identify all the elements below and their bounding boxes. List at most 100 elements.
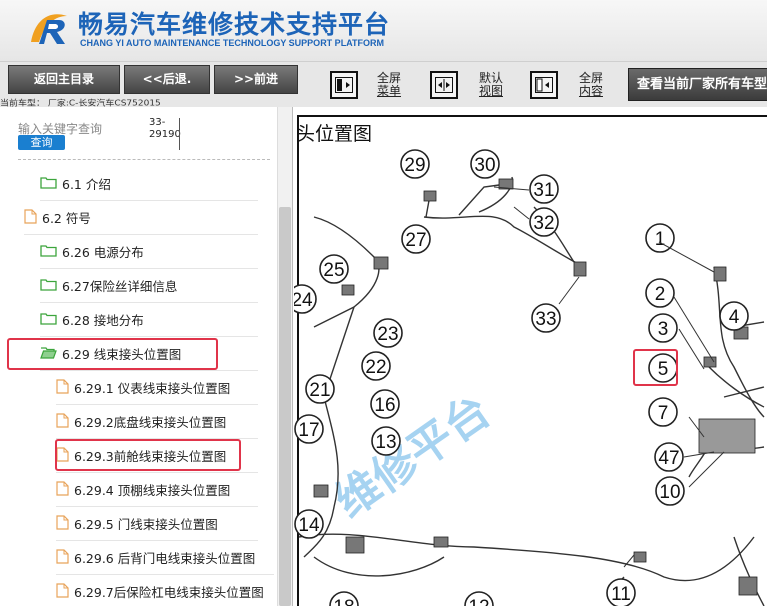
page-icon — [56, 446, 69, 465]
folder-icon — [40, 176, 57, 192]
forward-button[interactable]: >>前进 — [214, 65, 298, 94]
callout-marker: 16 — [370, 389, 400, 419]
callout-number: 13 — [375, 432, 396, 453]
fullscreen-menu-icon[interactable] — [330, 71, 358, 99]
callout-number: 12 — [468, 597, 489, 606]
tree-item-label: 6.27保险丝详细信息 — [62, 279, 178, 294]
callout-marker: 33 — [531, 303, 561, 333]
tree-item-label: 6.28 接地分布 — [62, 313, 144, 328]
default-view-icon[interactable] — [430, 71, 458, 99]
fullscreen-menu-label-2: 菜单 — [376, 84, 401, 98]
callout-marker: 17 — [294, 414, 324, 444]
tree-item[interactable]: 6.2 符号 — [24, 201, 258, 235]
tree-item[interactable]: 6.29.1 仪表线束接头位置图 — [56, 371, 258, 405]
callout-marker: 18 — [329, 591, 359, 606]
callout-number: 2 — [655, 284, 666, 305]
back-button[interactable]: <<后退. — [124, 65, 210, 94]
callout-number: 5 — [658, 359, 669, 380]
tree-item-label: 6.29.4 顶棚线束接头位置图 — [74, 483, 231, 498]
header-banner: 畅易汽车维修技术支持平台 CHANG YI AUTO MAINTENANCE T… — [0, 0, 767, 62]
folder-open-icon — [40, 346, 57, 362]
page-number-line-2: 29190 — [149, 129, 181, 140]
app-window: 畅易汽车维修技术支持平台 CHANG YI AUTO MAINTENANCE T… — [0, 0, 767, 606]
callout-number: 11 — [611, 584, 631, 605]
logo-icon — [31, 14, 67, 44]
callout-number: 10 — [659, 482, 680, 503]
connectors — [313, 178, 758, 596]
tree-item-label: 6.29.1 仪表线束接头位置图 — [74, 381, 231, 396]
callout-marker: 4 — [719, 301, 749, 331]
watermark: 维修平台 — [326, 385, 499, 528]
default-view-label-2: 视图 — [478, 84, 503, 98]
tree-item[interactable]: 6.26 电源分布 — [40, 235, 258, 269]
sidebar-tree: 输入关键字查询 查询 33- 29190 6.1 介绍 6.2 符号 6.26 电源… — [0, 107, 293, 606]
leader-lines — [493, 186, 725, 568]
callout-marker: 10 — [655, 476, 685, 506]
page-icon — [56, 548, 69, 567]
page-number-line-1: 33- — [149, 117, 166, 128]
back-to-home-button[interactable]: 返回主目录 — [8, 65, 120, 94]
page-number: 33- 29190 — [149, 117, 181, 141]
callout-number: 27 — [405, 230, 426, 251]
callout-marker: 11 — [606, 578, 636, 606]
callout-number: 29 — [404, 155, 425, 176]
platform-title: 畅易汽车维修技术支持平台 — [78, 10, 391, 39]
callout-marker: 24 — [294, 284, 317, 314]
fullscreen-content-icon[interactable] — [530, 71, 558, 99]
tree-item[interactable]: 6.29.2底盘线束接头位置图 — [56, 405, 258, 439]
callout-number: 30 — [474, 155, 495, 176]
scrollbar-thumb[interactable] — [279, 207, 291, 606]
callout-marker: 7 — [648, 397, 678, 427]
folder-icon — [40, 278, 57, 294]
callout-number: 24 — [294, 290, 313, 311]
divider — [18, 159, 270, 160]
tree-item[interactable]: 6.27保险丝详细信息 — [40, 269, 258, 303]
tree-item[interactable]: 6.1 介绍 — [40, 167, 258, 201]
folder-icon — [40, 312, 57, 328]
callout-marker: 32 — [529, 207, 559, 237]
page-icon — [56, 582, 69, 601]
callout-marker: 22 — [361, 351, 391, 381]
page-icon — [56, 378, 69, 397]
page-icon — [56, 412, 69, 431]
callout-number: 18 — [333, 597, 354, 606]
callout-number: 3 — [658, 319, 669, 340]
search-button[interactable]: 查询 — [18, 135, 65, 150]
callout-marker: 25 — [319, 254, 349, 284]
tree-item[interactable]: 6.29.4 顶棚线束接头位置图 — [56, 473, 258, 507]
view-all-models-button[interactable]: 查看当前厂家所有车型 — [628, 68, 767, 101]
content-panel: 头位置图 维修平台 29 30 31 32 27 25 24 23 22 21 … — [294, 107, 767, 606]
platform-subtitle: CHANG YI AUTO MAINTENANCE TECHNOLOGY SUP… — [80, 38, 385, 48]
callout-number: 7 — [658, 403, 669, 424]
divider — [179, 118, 180, 150]
fullscreen-content-label-2: 内容 — [578, 84, 603, 98]
callout-marker: 3 — [648, 313, 678, 343]
callout-marker: 14 — [294, 509, 324, 539]
callout-number: 1 — [655, 229, 666, 250]
callout-number: 16 — [374, 395, 395, 416]
tree-item-label: 6.29.2底盘线束接头位置图 — [74, 415, 227, 430]
page-icon — [56, 514, 69, 533]
default-view-label: 默认 视图 — [476, 72, 506, 98]
callout-number: 23 — [377, 324, 398, 345]
tree-item[interactable]: 6.29.7后保险杠电线束接头位置图 — [56, 575, 274, 606]
wiring-harness — [298, 176, 765, 606]
tree-item[interactable]: 6.29.3前舱线束接头位置图 — [56, 439, 258, 473]
callout-number: 33 — [535, 309, 556, 330]
callout-marker: 2 — [645, 278, 675, 308]
callout-marker: 27 — [401, 224, 431, 254]
callout-marker: 5 — [648, 353, 678, 383]
fullscreen-content-label: 全屏 内容 — [576, 72, 606, 98]
callout-number: 31 — [533, 180, 554, 201]
folder-icon — [40, 244, 57, 260]
callout-marker: 47 — [654, 442, 684, 472]
tree-item-label: 6.1 介绍 — [62, 177, 111, 192]
tree-item[interactable]: 6.29.5 门线束接头位置图 — [56, 507, 258, 541]
tree-item-label: 6.2 符号 — [42, 211, 91, 226]
tree-item[interactable]: 6.29 线束接头位置图 — [40, 337, 258, 371]
tree-item[interactable]: 6.28 接地分布 — [40, 303, 258, 337]
callout-marker: 21 — [305, 374, 335, 404]
callout-number: 22 — [365, 357, 386, 378]
harness-diagram: 维修平台 29 30313227252423222116171314113312… — [294, 149, 765, 606]
tree-item[interactable]: 6.29.6 后背门电线束接头位置图 — [56, 541, 274, 575]
